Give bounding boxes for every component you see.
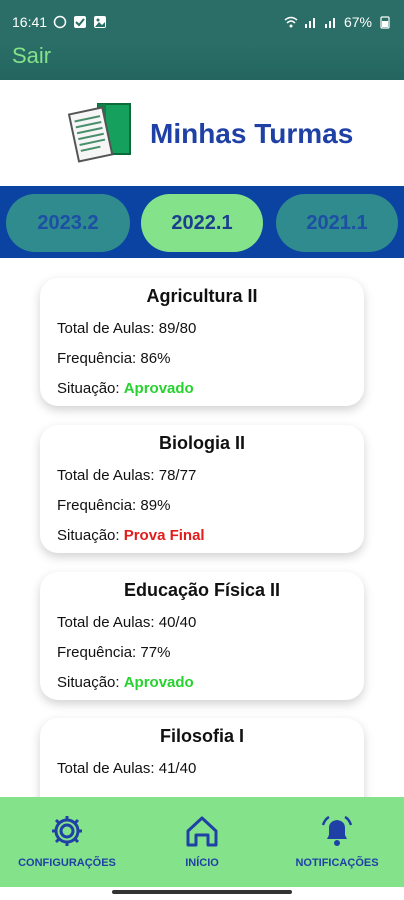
tab-label: 2021.1 <box>306 211 368 234</box>
course-card[interactable]: Educação Física II Total de Aulas: 40/40… <box>40 572 364 700</box>
nav-home[interactable]: INÍCIO <box>137 813 267 869</box>
label: Frequência: <box>57 497 137 514</box>
tab-label: 2023.2 <box>37 211 99 234</box>
whatsapp-icon <box>53 15 67 29</box>
status-badge: Prova Final <box>123 527 205 544</box>
nav-label: CONFIGURAÇÕES <box>18 857 116 869</box>
course-name: Filosofia I <box>159 726 244 746</box>
home-indicator[interactable] <box>112 890 292 894</box>
frequency: Frequência: 89% <box>57 497 170 514</box>
exit-button[interactable]: Sair <box>12 43 51 69</box>
status-badge: Aprovado <box>123 380 194 397</box>
frequency: Frequência: 77% <box>57 644 170 661</box>
label: Frequência: <box>57 350 137 367</box>
home-icon <box>186 816 218 847</box>
gear-icon <box>52 816 82 846</box>
page-header: Minhas Turmas <box>0 80 404 190</box>
value: 86% <box>140 350 171 367</box>
status: Situação: Prova Final <box>57 527 205 544</box>
status: Situação: Aprovado <box>57 674 194 691</box>
status: Situação: Aprovado <box>57 380 194 397</box>
nav-label: INÍCIO <box>185 857 219 869</box>
value: 41/40 <box>158 760 197 777</box>
label: Situação: <box>57 674 120 691</box>
total-lessons: Total de Aulas: 41/40 <box>57 760 196 777</box>
label: Frequência: <box>57 644 137 661</box>
label: Total de Aulas: <box>57 320 155 337</box>
checkbox-icon <box>74 16 87 28</box>
label: Total de Aulas: <box>57 760 155 777</box>
label: Total de Aulas: <box>57 614 155 631</box>
course-name: Educação Física II <box>123 580 281 600</box>
total-lessons: Total de Aulas: 89/80 <box>57 320 196 337</box>
nav-settings[interactable]: CONFIGURAÇÕES <box>2 813 132 869</box>
tab-2022-1[interactable]: 2022.1 <box>141 194 263 252</box>
label: Situação: <box>57 380 120 397</box>
signal-2-icon <box>324 18 335 28</box>
tab-2023-2[interactable]: 2023.2 <box>6 194 130 252</box>
value: 78/77 <box>158 467 197 484</box>
course-name: Agricultura II <box>146 286 258 306</box>
page-title: Minhas Turmas <box>150 118 354 149</box>
tab-label: 2022.1 <box>171 211 233 234</box>
status-badge: Aprovado <box>123 674 194 691</box>
app-bar <box>0 44 404 80</box>
image-icon <box>94 16 107 28</box>
battery-icon <box>380 16 390 29</box>
bell-icon <box>321 815 353 846</box>
course-card[interactable]: Agricultura II Total de Aulas: 89/80 Fre… <box>40 278 364 406</box>
battery-level: 67% <box>343 14 372 30</box>
status-bar: 16:41 67% <box>0 0 404 44</box>
nav-notifications[interactable]: NOTIFICAÇÕES <box>272 813 402 869</box>
total-lessons: Total de Aulas: 40/40 <box>57 614 196 631</box>
bottom-navigation: CONFIGURAÇÕES INÍCIO NOTIFICAÇÕES <box>0 797 404 887</box>
label: Total de Aulas: <box>57 467 155 484</box>
value: 77% <box>140 644 171 661</box>
value: 89% <box>140 497 171 514</box>
signal-icon <box>304 18 315 28</box>
course-name: Biologia II <box>158 433 245 453</box>
status-time: 16:41 <box>12 14 48 30</box>
value: 40/40 <box>158 614 197 631</box>
course-list[interactable]: Agricultura II Total de Aulas: 89/80 Fre… <box>0 258 404 846</box>
tab-2021-1[interactable]: 2021.1 <box>276 194 398 252</box>
course-card[interactable]: Biologia II Total de Aulas: 78/77 Frequê… <box>40 425 364 553</box>
wifi-icon <box>284 16 298 28</box>
notebook-icon <box>68 103 131 163</box>
frequency: Frequência: 86% <box>57 350 170 367</box>
value: 89/80 <box>158 320 197 337</box>
label: Situação: <box>57 527 120 544</box>
nav-label: NOTIFICAÇÕES <box>295 857 379 869</box>
total-lessons: Total de Aulas: 78/77 <box>57 467 196 484</box>
